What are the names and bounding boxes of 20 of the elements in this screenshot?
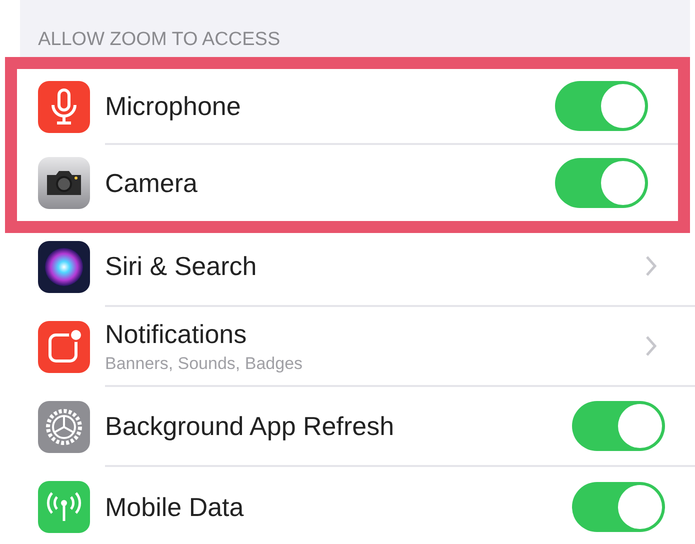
- camera-icon: [38, 157, 90, 209]
- gear-icon: [38, 401, 90, 453]
- notifications-icon: [38, 321, 90, 373]
- row-label: Mobile Data: [105, 492, 244, 522]
- siri-icon: [38, 241, 90, 293]
- toggle-switch[interactable]: [572, 401, 665, 451]
- row-label: Siri & Search: [105, 250, 257, 282]
- toggle-switch[interactable]: [555, 81, 648, 131]
- row-label: Camera: [105, 168, 198, 198]
- row-label: Microphone: [105, 90, 241, 122]
- row-subtitle: Banners, Sounds, Badges: [105, 354, 303, 374]
- chevron-icon[interactable]: [645, 255, 657, 277]
- antenna-icon: [38, 481, 90, 533]
- row-label: Notifications: [105, 318, 248, 350]
- row-label: Background App Refresh: [105, 410, 394, 442]
- chevron-icon[interactable]: [645, 335, 657, 357]
- section-header: ALLOW ZOOM TO ACCESS: [38, 29, 280, 51]
- toggle-switch[interactable]: [572, 482, 665, 532]
- toggle-switch[interactable]: [555, 158, 648, 208]
- microphone-icon: [38, 81, 90, 133]
